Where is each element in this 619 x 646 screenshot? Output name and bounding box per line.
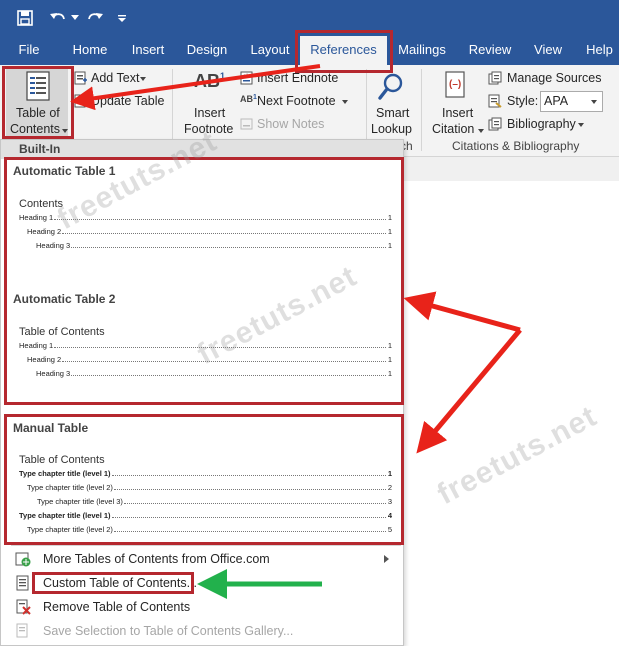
tab-home[interactable]: Home xyxy=(66,36,114,65)
footnote-icon: AB xyxy=(194,71,220,91)
remove-toc-menu-item[interactable]: Remove Table of Contents xyxy=(11,596,401,618)
svg-text:(–): (–) xyxy=(449,79,461,90)
bibliography-button[interactable]: Bibliography xyxy=(507,117,576,131)
tab-help[interactable]: Help xyxy=(580,36,619,65)
style-icon xyxy=(488,94,502,108)
tab-view[interactable]: View xyxy=(528,36,568,65)
remove-toc-icon xyxy=(15,599,31,615)
highlight-manual-table xyxy=(4,414,404,545)
save-selection-label: Save Selection to Table of Contents Gall… xyxy=(43,624,294,638)
show-notes-button[interactable]: Show Notes xyxy=(257,117,324,131)
more-tocs-label: More Tables of Contents from Office.com xyxy=(43,552,270,566)
update-table-icon xyxy=(74,94,88,108)
chevron-down-icon xyxy=(140,77,146,81)
tab-review[interactable]: Review xyxy=(464,36,516,65)
insert-footnote-button[interactable]: AB 1 Insert Footnote xyxy=(180,67,238,137)
insert-citation-line2: Citation xyxy=(432,122,475,136)
chevron-down-icon xyxy=(478,129,484,133)
citations-group-label: Citations & Bibliography xyxy=(452,139,580,153)
chevron-down-icon xyxy=(578,123,584,127)
menu-separator xyxy=(11,545,401,546)
citation-icon: (–) xyxy=(444,70,468,100)
style-value: APA xyxy=(544,94,569,108)
highlight-custom-toc xyxy=(32,572,194,594)
insert-endnote-button[interactable]: Insert Endnote xyxy=(257,71,338,85)
highlight-references-tab xyxy=(295,30,393,73)
chevron-right-icon xyxy=(384,555,389,563)
group-separator xyxy=(421,69,422,151)
tab-mailings[interactable]: Mailings xyxy=(392,36,452,65)
insert-footnote-line1: Insert xyxy=(194,106,226,120)
style-label: Style: xyxy=(507,94,539,108)
svg-text:ab: ab xyxy=(243,74,250,80)
redo-icon[interactable] xyxy=(84,7,106,29)
tab-design[interactable]: Design xyxy=(182,36,232,65)
chevron-down-icon xyxy=(342,100,348,104)
add-text-icon xyxy=(74,71,88,85)
insert-citation-line1: Insert xyxy=(442,106,474,120)
manage-sources-button[interactable]: Manage Sources xyxy=(507,71,602,85)
search-icon xyxy=(378,73,404,101)
undo-icon[interactable] xyxy=(46,7,70,29)
insert-endnote-icon: ab xyxy=(240,71,254,85)
update-table-button[interactable]: Update Table xyxy=(91,94,164,108)
tab-file[interactable]: File xyxy=(8,36,50,65)
office-online-icon xyxy=(15,551,31,567)
smart-lookup-button[interactable]: Smart Lookup xyxy=(370,67,414,137)
highlight-toc-button xyxy=(2,66,74,139)
smart-lookup-line2: Lookup xyxy=(371,122,413,136)
custom-toc-icon xyxy=(15,575,31,591)
more-tocs-menu-item[interactable]: More Tables of Contents from Office.com xyxy=(11,548,401,570)
tab-insert[interactable]: Insert xyxy=(124,36,172,65)
tab-layout[interactable]: Layout xyxy=(244,36,296,65)
next-footnote-button[interactable]: Next Footnote xyxy=(257,94,336,108)
add-text-button[interactable]: Add Text xyxy=(91,71,139,85)
customize-icon[interactable] xyxy=(114,7,130,29)
next-footnote-icon: AB1 xyxy=(240,94,257,104)
bibliography-icon xyxy=(488,117,502,131)
save-selection-menu-item[interactable]: Save Selection to Table of Contents Gall… xyxy=(11,620,401,642)
word-window: File Home Insert Design Layout Reference… xyxy=(0,0,619,646)
remove-toc-label: Remove Table of Contents xyxy=(43,600,191,614)
manage-sources-icon xyxy=(488,71,502,85)
smart-lookup-line1: Smart xyxy=(376,106,410,120)
style-select[interactable]: APA xyxy=(540,91,603,112)
chevron-down-icon xyxy=(591,100,597,104)
save-icon[interactable] xyxy=(14,7,36,29)
show-notes-icon xyxy=(240,117,254,131)
document-ruler xyxy=(404,157,619,181)
insert-citation-button[interactable]: (–) Insert Citation xyxy=(428,67,484,137)
undo-dropdown-icon[interactable] xyxy=(70,7,80,29)
save-selection-icon xyxy=(15,623,31,639)
footnote-superscript-icon: 1 xyxy=(220,71,226,81)
